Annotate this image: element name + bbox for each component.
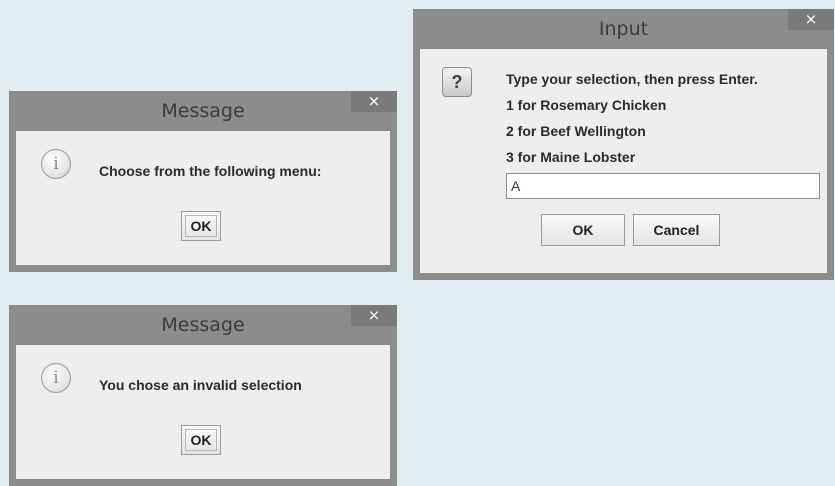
input-dialog: Input × ? Type your selection, then pres… [413, 9, 834, 280]
selection-input[interactable] [506, 173, 820, 199]
cancel-button[interactable]: Cancel [633, 214, 720, 246]
dialog-content: ? Type your selection, then press Enter.… [420, 49, 827, 273]
dialog-content: i Choose from the following menu: OK [16, 131, 390, 265]
prompt-line: 1 for Rosemary Chicken [506, 97, 667, 113]
prompt-line: Type your selection, then press Enter. [506, 71, 758, 87]
close-icon: × [367, 92, 381, 110]
close-icon: × [804, 10, 818, 28]
ok-button[interactable]: OK [181, 425, 221, 455]
ok-button[interactable]: OK [541, 214, 625, 246]
dialog-message: Choose from the following menu: [99, 163, 322, 179]
close-button[interactable]: × [351, 91, 397, 112]
message-dialog-invalid: Message × i You chose an invalid selecti… [9, 305, 397, 486]
dialog-message: You chose an invalid selection [99, 377, 302, 393]
close-icon: × [367, 306, 381, 324]
ok-button[interactable]: OK [181, 211, 221, 241]
prompt-line: 2 for Beef Wellington [506, 123, 646, 139]
message-dialog-menu: Message × i Choose from the following me… [9, 91, 397, 272]
question-icon: ? [442, 67, 472, 97]
info-icon: i [41, 149, 71, 179]
message-dialog-menu-titlebar[interactable]: Message × [16, 91, 397, 131]
info-icon: i [41, 363, 71, 393]
message-dialog-invalid-titlebar[interactable]: Message × [16, 305, 397, 345]
dialog-title: Input [598, 18, 649, 40]
input-dialog-titlebar[interactable]: Input × [420, 9, 834, 49]
dialog-title: Message [161, 100, 245, 122]
close-button[interactable]: × [351, 305, 397, 326]
dialog-content: i You chose an invalid selection OK [16, 345, 390, 479]
dialog-title: Message [161, 314, 245, 336]
close-button[interactable]: × [788, 9, 834, 30]
prompt-line: 3 for Maine Lobster [506, 149, 636, 165]
